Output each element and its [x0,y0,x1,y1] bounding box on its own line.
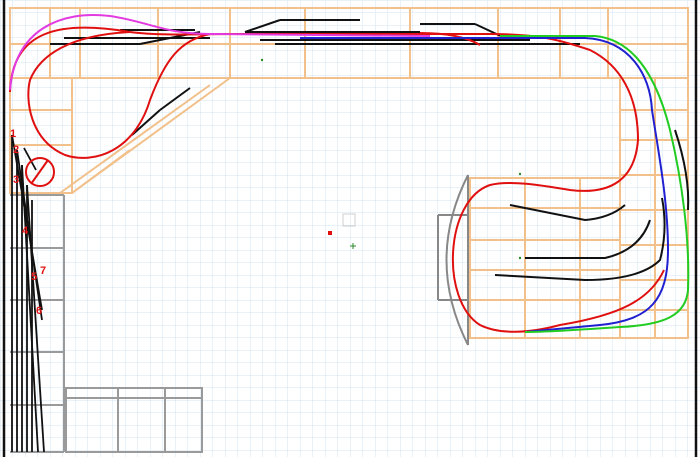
turnout-label-3[interactable]: 3 [13,174,19,186]
turnout-label-5[interactable]: 5 [31,271,37,283]
turnout-label-4[interactable]: 4 [22,225,29,237]
turnout-label-7[interactable]: 7 [40,265,46,277]
turnout-label-6[interactable]: 6 [36,305,42,317]
turnout-label-2[interactable]: 2 [13,144,19,156]
track-plan[interactable]: 1 2 3 4 5 6 7 [0,0,700,457]
turnout-label-1[interactable]: 1 [10,128,16,140]
layout-canvas[interactable]: 1 2 3 4 5 6 7 [0,0,700,457]
